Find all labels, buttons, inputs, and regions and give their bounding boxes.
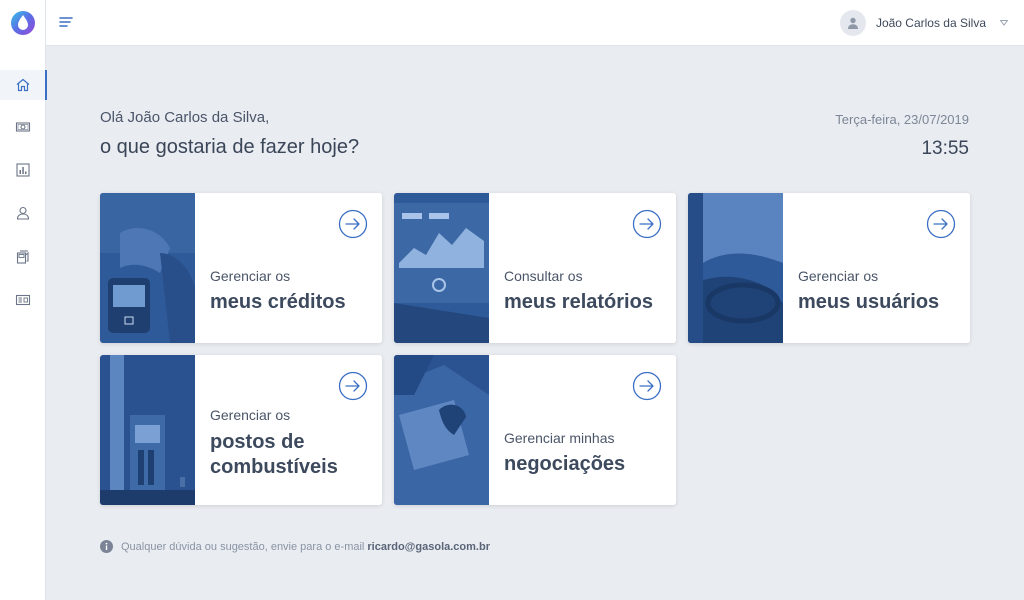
card-reports[interactable]: Consultar os meus relatórios [394, 193, 676, 343]
card-subtitle: Gerenciar os [210, 268, 291, 284]
current-date: Terça-feira, 23/07/2019 [835, 112, 969, 127]
user-icon [16, 206, 30, 220]
arrow-right-circle-icon[interactable] [632, 209, 662, 239]
report-icon [16, 163, 30, 177]
avatar [839, 10, 866, 36]
handshake-icon [15, 294, 31, 306]
card-title: meus relatórios [504, 291, 653, 313]
arrow-right-circle-icon[interactable] [926, 209, 956, 239]
credits-card-image [100, 193, 195, 343]
money-icon [15, 122, 31, 132]
greeting-text: Olá João Carlos da Silva, [100, 109, 270, 126]
arrow-right-circle-icon[interactable] [632, 371, 662, 401]
help-note-text: Qualquer dúvida ou sugestão, envie para … [121, 540, 365, 553]
sidebar [0, 0, 47, 600]
chevron-down-icon[interactable] [1000, 20, 1008, 26]
card-title: meus créditos [210, 291, 346, 313]
card-title: postos de [210, 431, 305, 453]
reports-card-image [394, 193, 489, 343]
card-subtitle: Gerenciar os [210, 407, 291, 423]
logo-icon[interactable] [9, 9, 37, 37]
card-title: negociações [504, 453, 626, 475]
stations-card-image [100, 355, 195, 505]
menu-toggle-icon[interactable] [58, 14, 74, 32]
arrow-right-circle-icon[interactable] [338, 209, 368, 239]
sidebar-item-credits[interactable] [0, 112, 46, 142]
users-card-image [688, 193, 783, 343]
fuel-icon [16, 250, 29, 264]
card-users[interactable]: Gerenciar os meus usuários [688, 193, 970, 343]
card-title: meus usuários [798, 291, 940, 313]
home-icon [16, 78, 30, 92]
info-icon [100, 540, 113, 553]
card-negotiations[interactable]: Gerenciar minhas negociações [394, 355, 676, 505]
card-credits[interactable]: Gerenciar os meus créditos [100, 193, 382, 343]
card-title-line2: combustíveis [210, 456, 338, 478]
current-time: 13:55 [921, 138, 969, 159]
card-stations[interactable]: Gerenciar os postos de combustíveis [100, 355, 382, 505]
arrow-right-circle-icon[interactable] [338, 371, 368, 401]
card-subtitle: Gerenciar minhas [504, 430, 615, 446]
top-bar: João Carlos da Silva [46, 0, 1024, 46]
user-menu[interactable]: João Carlos da Silva [839, 10, 1008, 36]
user-name: João Carlos da Silva [875, 16, 986, 30]
sidebar-item-stations[interactable] [0, 242, 46, 272]
card-subtitle: Gerenciar os [798, 268, 879, 284]
sidebar-item-users[interactable] [0, 198, 46, 228]
page-title: o que gostaria de fazer hoje? [100, 136, 360, 158]
sidebar-item-reports[interactable] [0, 155, 46, 185]
sidebar-item-negotiations[interactable] [0, 285, 46, 315]
card-subtitle: Consultar os [504, 268, 583, 284]
sidebar-item-home[interactable] [0, 70, 47, 100]
support-email-link[interactable]: ricardo@gasola.com.br [367, 541, 490, 553]
negotiations-card-image [394, 355, 489, 505]
user-avatar-icon [847, 17, 858, 29]
help-note: Qualquer dúvida ou sugestão, envie para … [100, 540, 490, 553]
